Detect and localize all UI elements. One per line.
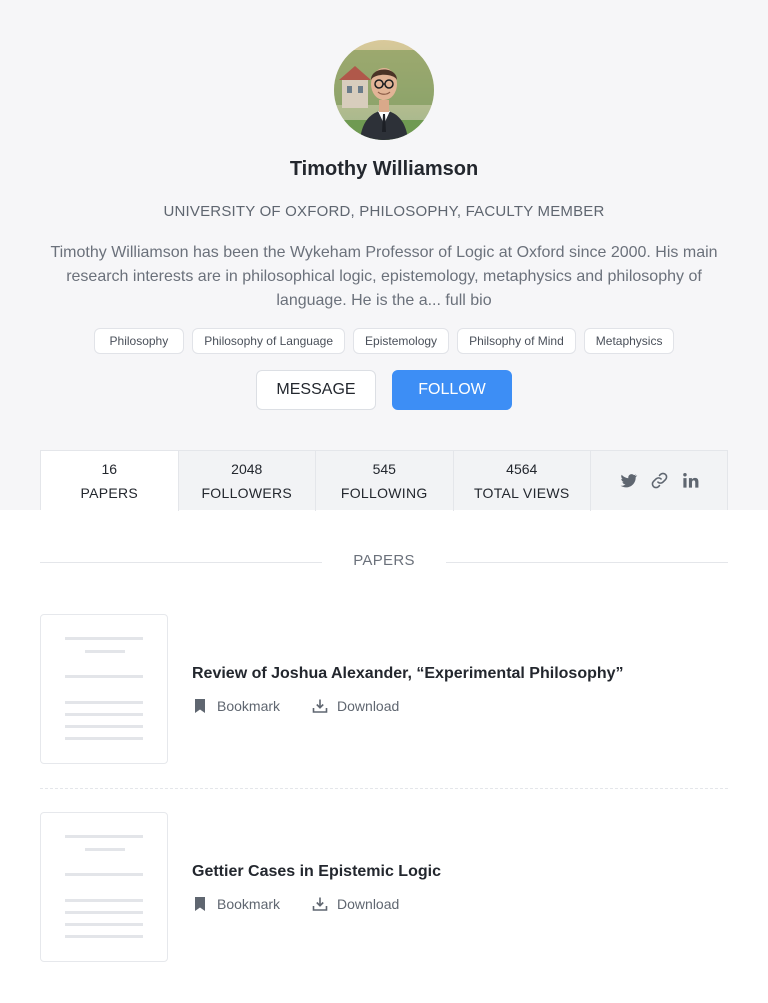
tag-metaphysics[interactable]: Metaphysics	[583, 328, 675, 354]
avatar	[334, 40, 434, 140]
tag-philosophy[interactable]: Philosophy	[93, 328, 185, 354]
paper-item: Review of Joshua Alexander, “Experimenta…	[40, 614, 728, 764]
stat-value: 4564	[506, 461, 538, 477]
stat-label: TOTAL VIEWS	[473, 485, 570, 501]
twitter-icon[interactable]	[619, 471, 638, 490]
stat-value: 2048	[231, 461, 263, 477]
profile-name: Timothy Williamson	[289, 158, 479, 180]
download-icon	[312, 897, 328, 911]
avatar-image	[334, 40, 434, 140]
profile-header: Timothy Williamson UNIVERSITY OF OXFORD,…	[0, 0, 768, 511]
tag-list: Philosophy Philosophy of Language Episte…	[0, 328, 768, 354]
message-button[interactable]: MESSAGE	[256, 370, 376, 410]
stat-label: FOLLOWERS	[201, 485, 293, 501]
paper-actions: Bookmark Download	[192, 698, 399, 714]
stat-following[interactable]: 545 FOLLOWING	[316, 451, 454, 511]
paper-item: Gettier Cases in Epistemic Logic Bookmar…	[40, 812, 728, 962]
bookmark-icon	[195, 699, 205, 713]
papers-section-header: PAPERS	[40, 552, 728, 572]
link-icon[interactable]	[650, 471, 669, 490]
paper-actions: Bookmark Download	[192, 896, 399, 912]
papers-section-title: PAPERS	[353, 552, 415, 569]
stat-total-views[interactable]: 4564 TOTAL VIEWS	[454, 451, 591, 511]
paper-title[interactable]: Review of Joshua Alexander, “Experimenta…	[192, 665, 624, 683]
bookmark-icon	[195, 897, 205, 911]
download-label: Download	[337, 698, 400, 714]
stat-value: 545	[372, 461, 396, 477]
tag-philosophy-of-mind[interactable]: Philsophy of Mind	[457, 328, 576, 354]
profile-bio: Timothy Williamson has been the Wykeham …	[50, 244, 718, 309]
social-links	[591, 451, 727, 510]
download-button[interactable]: Download	[312, 698, 399, 714]
stat-value: 16	[101, 461, 118, 477]
stat-papers[interactable]: 16 PAPERS	[41, 451, 179, 511]
stats-bar: 16 PAPERS 2048 FOLLOWERS 545 FOLLOWING 4…	[40, 450, 728, 511]
paper-thumbnail[interactable]	[40, 812, 168, 962]
stat-label: FOLLOWING	[340, 485, 428, 501]
download-button[interactable]: Download	[312, 896, 399, 912]
tag-epistemology[interactable]: Epistemology	[353, 328, 450, 354]
download-icon	[312, 699, 328, 713]
stat-label: PAPERS	[80, 485, 139, 501]
tag-philosophy-of-language[interactable]: Philosophy of Language	[192, 328, 346, 354]
profile-affiliation: UNIVERSITY OF OXFORD, PHILOSOPHY, FACULT…	[163, 203, 605, 220]
linkedin-icon[interactable]	[681, 471, 700, 490]
bookmark-label: Bookmark	[217, 698, 281, 714]
bookmark-button[interactable]: Bookmark	[192, 896, 280, 912]
paper-title[interactable]: Gettier Cases in Epistemic Logic	[192, 863, 441, 881]
stat-followers[interactable]: 2048 FOLLOWERS	[179, 451, 316, 511]
bookmark-button[interactable]: Bookmark	[192, 698, 280, 714]
download-label: Download	[337, 896, 400, 912]
bookmark-label: Bookmark	[217, 896, 281, 912]
follow-button[interactable]: FOLLOW	[392, 370, 512, 410]
paper-divider	[40, 788, 728, 789]
paper-thumbnail[interactable]	[40, 614, 168, 764]
